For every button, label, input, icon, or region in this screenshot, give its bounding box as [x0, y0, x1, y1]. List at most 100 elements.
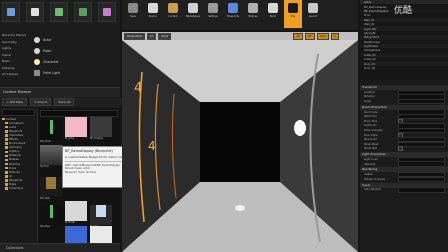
import-label: Import — [37, 99, 48, 104]
asset-label: M_Metal — [65, 221, 75, 224]
outliner-label: Door_02 — [364, 66, 376, 71]
toolbar-label: Launch — [308, 15, 318, 18]
save-all-button[interactable]: Save All — [54, 97, 75, 106]
property-field[interactable] — [398, 141, 445, 147]
save-all-label: Save All — [58, 99, 71, 104]
place-mode-tab[interactable] — [2, 2, 20, 22]
asset-tile[interactable]: BP_Display — [90, 117, 112, 143]
foliage-mode-tab[interactable] — [74, 2, 92, 22]
category-label: Basic — [2, 59, 10, 64]
geometry-mode-tab[interactable] — [98, 2, 116, 22]
folder-label: Geometry — [9, 146, 22, 150]
matinee-button[interactable]: Matinee — [244, 0, 262, 28]
place-item[interactable]: Point Light — [34, 67, 114, 78]
level-viewport[interactable]: 4 4 Perspective Lit Show 10 10° 0.25 4 — [122, 32, 358, 252]
category-label: Volumes — [2, 65, 15, 70]
folder-icon — [5, 158, 8, 162]
outliner-label: Wall_02 — [364, 22, 375, 27]
folder-icon — [5, 134, 8, 137]
asset-thumbnail — [40, 145, 62, 165]
asset-tile[interactable]: M_Glow — [65, 117, 87, 143]
content-browser-label: Content Browser — [3, 90, 32, 94]
right-panel: Label BP_DemoDisplay BP_DemoDisplay2 Floor W… — [360, 0, 448, 252]
blueprints-icon — [228, 3, 238, 13]
place-icon — [7, 8, 15, 16]
build-button[interactable]: Build — [264, 0, 282, 28]
outliner-label: Cube_01 — [364, 52, 376, 57]
folder-label: Maps — [9, 183, 16, 187]
details-row: Scale — [360, 98, 448, 105]
property-label: Door Style — [364, 133, 378, 137]
plus-icon: + — [6, 99, 9, 104]
settings-button[interactable]: Settings — [204, 0, 222, 28]
property-field[interactable] — [398, 113, 445, 120]
landscape-mode-tab[interactable] — [50, 2, 68, 22]
blueprints-button[interactable]: Blueprints — [224, 0, 242, 28]
asset-tile[interactable]: SM_Pipe — [40, 201, 62, 228]
asset-thumbnail — [65, 201, 87, 221]
asset-tile[interactable]: SM_Wall — [40, 173, 62, 200]
add-new-label: Add New — [9, 99, 23, 104]
viewport-option[interactable]: 10° — [304, 32, 316, 40]
asset-label: SM_Pipe — [40, 225, 50, 228]
folder-label: Particles — [9, 162, 20, 166]
place-item[interactable]: Character — [34, 56, 114, 67]
wall-number: 4 — [134, 81, 142, 96]
content-button[interactable]: Content — [164, 0, 182, 28]
marketplace-button[interactable]: Marketplace — [184, 0, 202, 28]
property-field[interactable] — [398, 127, 445, 134]
folder-item[interactable]: Collections — [0, 187, 37, 191]
viewport-option[interactable]: Show — [158, 32, 172, 40]
glass-mesh-icon — [96, 205, 106, 217]
place-item[interactable]: Pawn — [34, 45, 114, 56]
save-icon — [128, 3, 138, 13]
play-icon — [288, 3, 298, 13]
play-button[interactable]: Play — [284, 0, 302, 28]
viewport-option[interactable]: Lit — [147, 32, 157, 40]
folder-search-input[interactable] — [2, 109, 35, 116]
property-field[interactable] — [398, 176, 445, 182]
property-field[interactable] — [398, 98, 445, 105]
editor-window: Recently Placed Geometry Lights Visual B… — [0, 0, 448, 252]
property-field[interactable] — [398, 187, 445, 193]
viewport-option[interactable]: 0.25 — [317, 32, 329, 40]
launch-button[interactable]: Launch — [304, 0, 322, 28]
collections-bar[interactable]: Collections — [0, 243, 120, 252]
corridor-end — [200, 102, 280, 182]
content-browser-tab[interactable]: Content Browser — [0, 87, 120, 97]
asset-tile[interactable]: M_Metal — [65, 201, 87, 227]
folder-icon — [5, 179, 8, 182]
category-label: Lights — [2, 46, 12, 51]
add-new-button[interactable]: + Add New — [2, 97, 27, 106]
paint-mode-tab[interactable] — [26, 2, 44, 22]
asset-tile[interactable]: SM_Chair — [40, 117, 62, 143]
toolbar-label: Blueprints — [227, 15, 239, 18]
property-field[interactable] — [398, 161, 445, 167]
import-button[interactable]: ↥ Import — [29, 97, 52, 106]
property-checkbox[interactable] — [398, 146, 403, 152]
wall-number: 4 — [148, 139, 156, 153]
save-button[interactable]: Save — [124, 0, 142, 28]
property-label: Floor Tiles — [364, 119, 378, 123]
toolbar-label: Settings — [208, 15, 218, 18]
asset-tile[interactable]: M_Floor — [40, 145, 62, 171]
viewport-option[interactable]: 4 — [330, 32, 339, 40]
place-item[interactable]: Actor — [34, 34, 114, 45]
launch-icon — [308, 3, 318, 13]
asset-label: M_Floor — [40, 165, 50, 168]
paint-icon — [31, 8, 39, 16]
asset-search-input[interactable] — [40, 110, 118, 117]
folder-label: Animations — [9, 121, 24, 125]
import-icon: ↥ — [33, 99, 37, 104]
outliner-label: Label — [364, 0, 372, 5]
sphere-icon — [34, 36, 40, 43]
outliner-label: Floor — [364, 13, 371, 18]
viewport-option[interactable]: 10 — [293, 32, 303, 40]
category-label: Recently Placed — [2, 33, 26, 38]
folder-label: Blueprints — [9, 129, 23, 133]
outliner-row[interactable]: Door_02 — [360, 66, 448, 70]
asset-thumbnail — [40, 177, 62, 197]
viewport-option[interactable]: Perspective — [124, 32, 146, 40]
asset-tile[interactable]: M_Glass — [90, 201, 112, 228]
source-button[interactable]: Source — [144, 0, 162, 28]
